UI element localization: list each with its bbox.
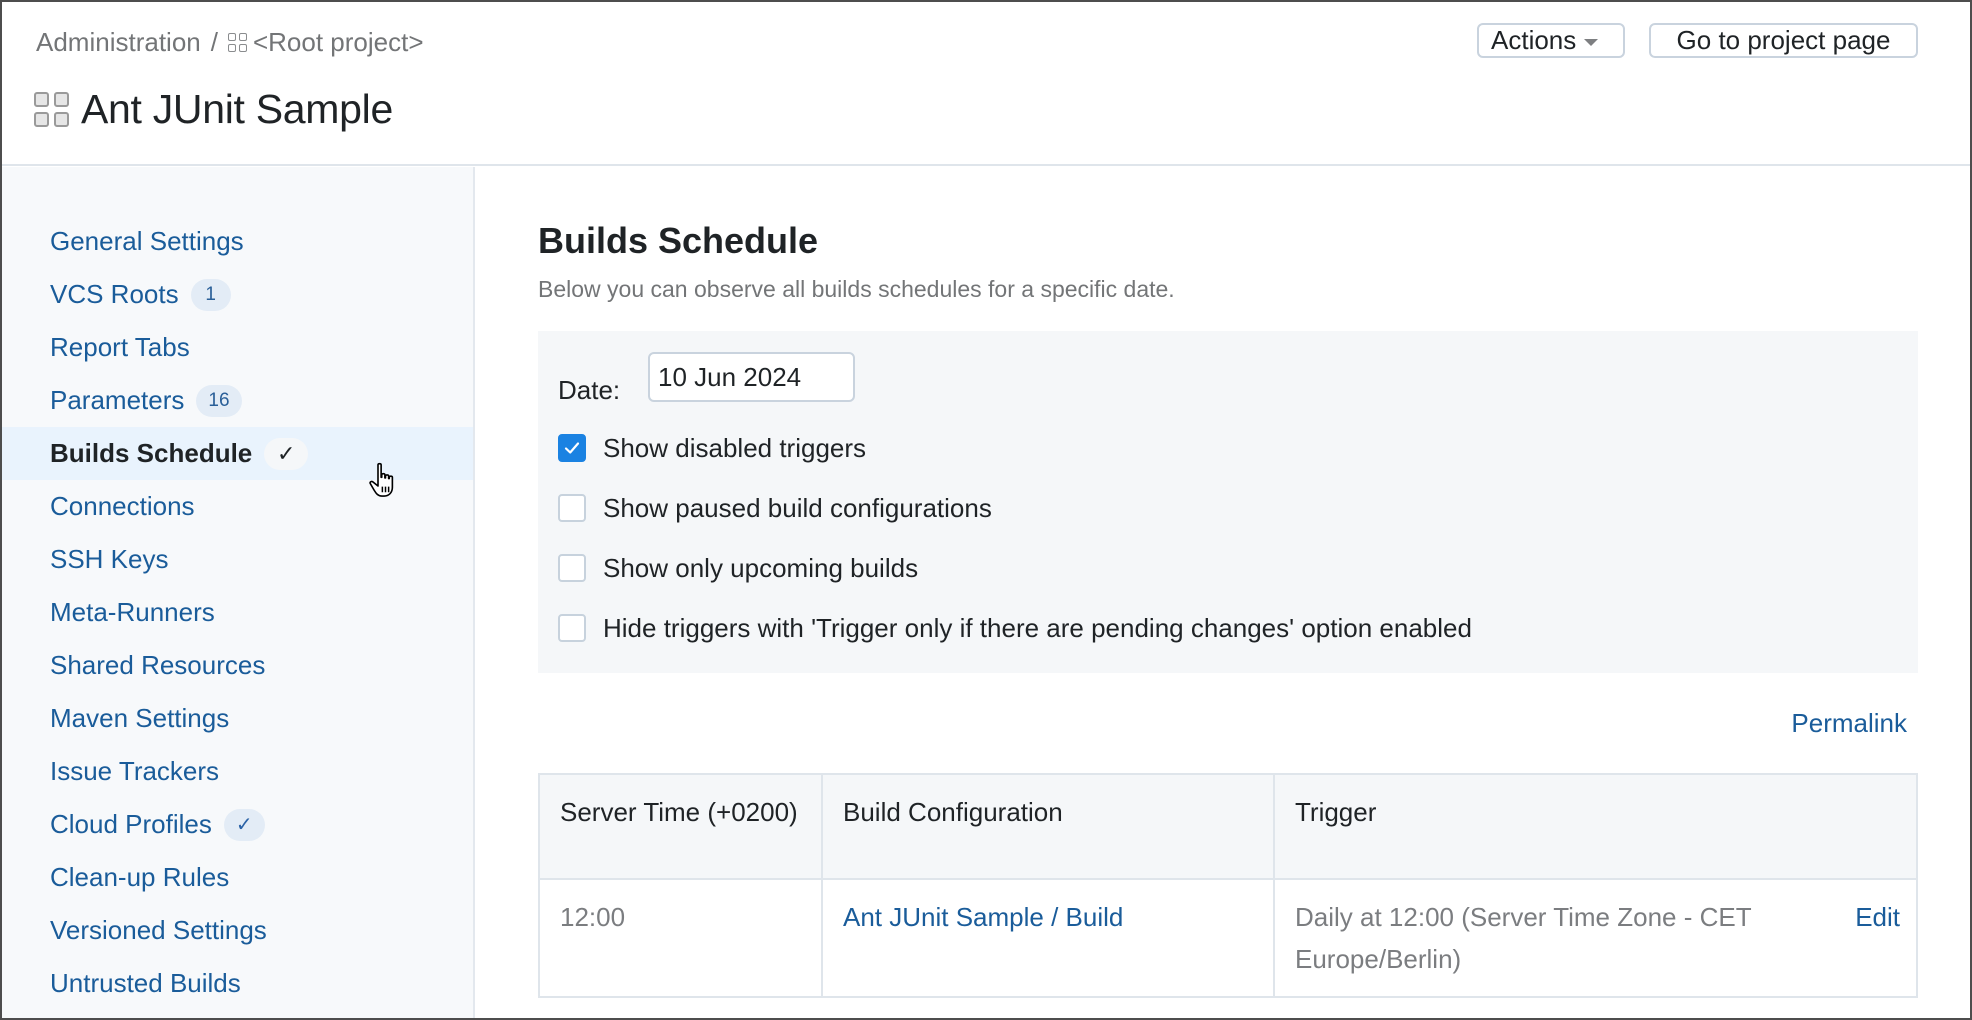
sidebar-item-label: Builds Schedule	[50, 438, 253, 468]
sidebar-item-parameters[interactable]: Parameters 16	[0, 374, 473, 427]
caret-down-icon	[1584, 38, 1599, 46]
sidebar-item-clean-up-rules[interactable]: Clean-up Rules	[0, 851, 473, 904]
sidebar-item-issue-trackers[interactable]: Issue Trackers	[0, 745, 473, 798]
hand-pointer-cursor-icon	[369, 462, 394, 497]
sidebar-item-label: Maven Settings	[50, 703, 230, 733]
sidebar-item-shared-resources[interactable]: Shared Resources	[0, 639, 473, 692]
checkmark-icon: ✓	[223, 808, 265, 841]
edit-trigger-link[interactable]: Edit	[1855, 896, 1900, 938]
filters-panel: Date: Show disabled triggers Show paused…	[538, 331, 1918, 673]
sidebar-item-cloud-profiles[interactable]: Cloud Profiles ✓	[0, 798, 473, 851]
project-grid-icon	[227, 32, 247, 52]
actions-dropdown-button[interactable]: Actions	[1477, 23, 1625, 58]
count-badge: 16	[196, 384, 242, 417]
checkbox-unchecked[interactable]	[558, 494, 586, 522]
sidebar-item-ssh-keys[interactable]: SSH Keys	[0, 533, 473, 586]
sidebar-item-label: Report Tabs	[50, 332, 190, 362]
column-header-server-time: Server Time (+0200)	[538, 773, 823, 880]
go-to-project-page-button[interactable]: Go to project page	[1649, 23, 1918, 58]
table-header-row: Server Time (+0200) Build Configuration …	[538, 773, 1918, 880]
sidebar-item-label: Issue Trackers	[50, 756, 220, 786]
sidebar-item-versioned-settings[interactable]: Versioned Settings	[0, 904, 473, 957]
breadcrumb-administration[interactable]: Administration	[36, 27, 201, 58]
checkbox-label: Hide triggers with 'Trigger only if ther…	[603, 612, 1472, 643]
sidebar-item-label: Parameters	[50, 385, 185, 415]
schedule-table: Server Time (+0200) Build Configuration …	[538, 773, 1918, 998]
sidebar-item-builds-schedule[interactable]: Builds Schedule ✓	[0, 427, 473, 480]
count-badge: 1	[190, 278, 231, 311]
checkmark-icon: ✓	[264, 437, 309, 470]
hide-pending-changes-triggers-checkbox[interactable]: Hide triggers with 'Trigger only if ther…	[558, 613, 1472, 643]
show-only-upcoming-builds-checkbox[interactable]: Show only upcoming builds	[558, 553, 918, 583]
date-label: Date:	[558, 375, 621, 405]
sidebar-item-label: General Settings	[50, 226, 244, 256]
section-title: Builds Schedule	[538, 220, 819, 261]
sidebar: General Settings VCS Roots 1 Report Tabs…	[0, 167, 475, 1020]
breadcrumb: Administration / <Root project>	[36, 24, 424, 60]
table-row: 12:00 Ant JUnit Sample / Build Daily at …	[538, 878, 1918, 998]
sidebar-item-label: Cloud Profiles	[50, 809, 212, 839]
checkbox-label: Show only upcoming builds	[603, 552, 919, 583]
sidebar-item-label: Meta-Runners	[50, 597, 215, 627]
page-title-wrap: Ant JUnit Sample	[34, 84, 393, 134]
sidebar-item-label: Clean-up Rules	[50, 862, 230, 892]
sidebar-item-label: Versioned Settings	[50, 915, 267, 945]
column-header-build-configuration: Build Configuration	[821, 773, 1275, 880]
actions-label: Actions	[1491, 25, 1577, 55]
trigger-description: Daily at 12:00 (Server Time Zone - CET E…	[1295, 902, 1752, 974]
sidebar-item-label: Connections	[50, 491, 195, 521]
date-input[interactable]	[648, 352, 855, 402]
sidebar-item-connections[interactable]: Connections	[0, 480, 473, 533]
build-configuration-link[interactable]: Ant JUnit Sample / Build	[843, 902, 1123, 932]
sidebar-item-label: SSH Keys	[50, 544, 169, 574]
sidebar-item-report-tabs[interactable]: Report Tabs	[0, 321, 473, 374]
sidebar-item-label: Shared Resources	[50, 650, 266, 680]
show-disabled-triggers-checkbox[interactable]: Show disabled triggers	[558, 433, 866, 463]
checkbox-label: Show disabled triggers	[603, 432, 867, 463]
sidebar-item-maven-settings[interactable]: Maven Settings	[0, 692, 473, 745]
sidebar-item-label: Untrusted Builds	[50, 968, 241, 998]
server-time-cell: 12:00	[538, 878, 823, 998]
breadcrumb-root-project[interactable]: <Root project>	[253, 27, 424, 58]
page-title: Ant JUnit Sample	[81, 85, 393, 132]
checkbox-label: Show paused build configurations	[603, 492, 992, 523]
checkmark-icon	[564, 442, 580, 454]
sidebar-item-meta-runners[interactable]: Meta-Runners	[0, 586, 473, 639]
checkbox-checked[interactable]	[558, 434, 586, 462]
sidebar-item-vcs-roots[interactable]: VCS Roots 1	[0, 268, 473, 321]
checkbox-unchecked[interactable]	[558, 554, 586, 582]
project-grid-icon	[34, 91, 69, 127]
go-to-project-page-label: Go to project page	[1676, 25, 1891, 55]
sidebar-item-general-settings[interactable]: General Settings	[0, 215, 473, 268]
sidebar-item-untrusted-builds[interactable]: Untrusted Builds	[0, 957, 473, 1010]
checkbox-unchecked[interactable]	[558, 614, 586, 642]
breadcrumb-separator: /	[210, 26, 218, 57]
section-description: Below you can observe all builds schedul…	[538, 276, 1175, 302]
show-paused-build-configurations-checkbox[interactable]: Show paused build configurations	[558, 493, 992, 523]
trigger-cell: Daily at 12:00 (Server Time Zone - CET E…	[1273, 878, 1918, 998]
sidebar-item-label: VCS Roots	[50, 279, 179, 309]
page-header: Administration / <Root project> Ant JUni…	[0, 0, 1972, 166]
permalink-link[interactable]: Permalink	[1791, 708, 1907, 739]
column-header-trigger: Trigger	[1273, 773, 1918, 880]
build-configuration-cell: Ant JUnit Sample / Build	[821, 878, 1275, 998]
